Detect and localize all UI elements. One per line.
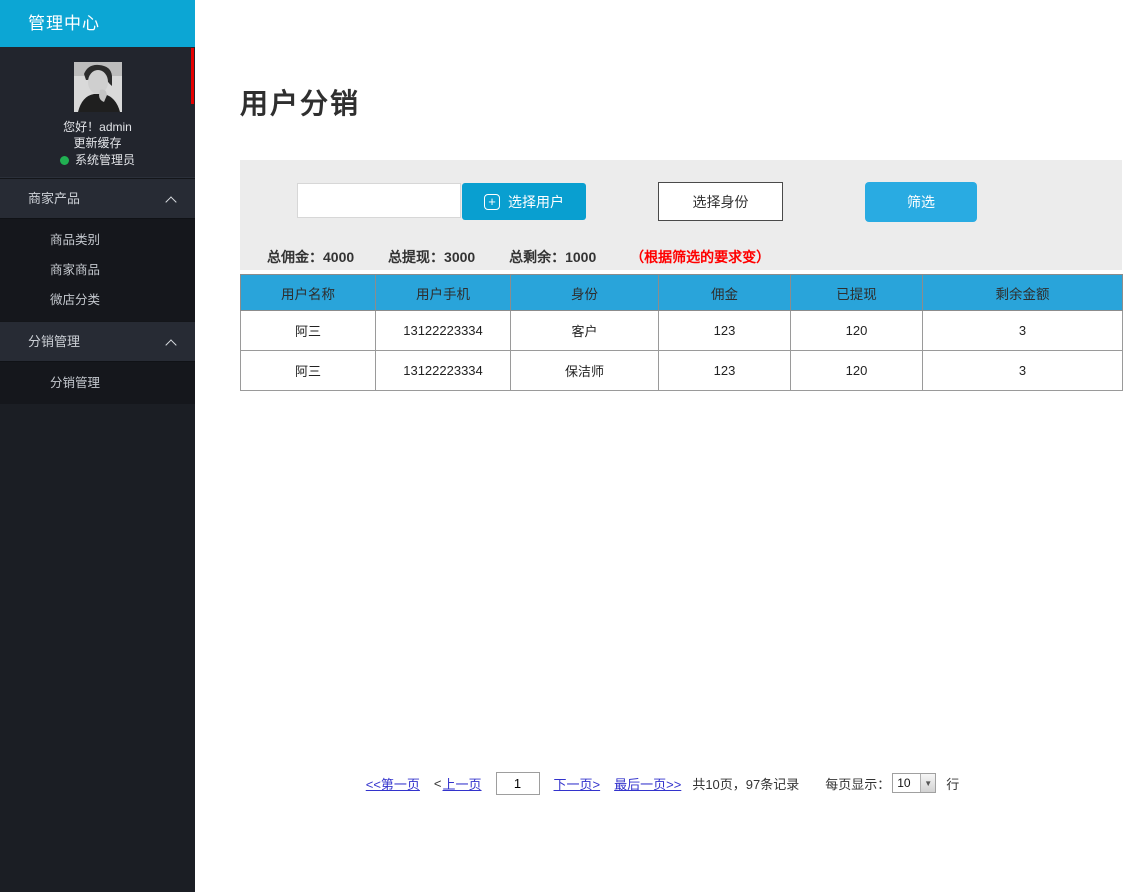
total-remaining: 总剩余：1000 [509, 249, 596, 265]
per-page-value: 10 [893, 774, 920, 792]
select-user-label: 选择用户 [508, 192, 564, 212]
sidebar-title: 管理中心 [0, 0, 195, 47]
user-search-input[interactable] [297, 183, 461, 218]
prev-page-prefix: < [434, 776, 442, 791]
sidebar-item-distribution-sub[interactable]: 分销管理 [0, 368, 195, 398]
update-cache-link[interactable]: 更新缓存 [0, 135, 195, 151]
col-phone: 用户手机 [376, 275, 511, 311]
prev-page-link[interactable]: 上一页 [443, 774, 482, 793]
sidebar-item-distribution-mgmt[interactable]: 分销管理 [0, 321, 195, 361]
plus-icon: + [484, 194, 500, 210]
table-header-row: 用户名称 用户手机 身份 佣金 已提现 剩余金额 [241, 275, 1123, 311]
pagination: <<第一页 < 上一页 下一页> 最后一页>> 共10页，97条记录 每页显示：… [195, 768, 1123, 798]
next-page-link[interactable]: 下一页> [554, 774, 601, 793]
cell-remaining: 3 [923, 351, 1123, 391]
sidebar-item-microstore-category[interactable]: 微店分类 [0, 285, 195, 315]
col-username: 用户名称 [241, 275, 376, 311]
cell-phone: 13122223334 [376, 311, 511, 351]
chevron-down-icon: ▼ [920, 774, 935, 792]
col-identity: 身份 [511, 275, 659, 311]
submenu-merchant-products: 商品类别 商家商品 微店分类 [0, 218, 195, 321]
cell-phone: 13122223334 [376, 351, 511, 391]
select-user-button[interactable]: + 选择用户 [462, 183, 586, 220]
submenu-distribution: 分销管理 [0, 361, 195, 404]
last-page-link[interactable]: 最后一页>> [614, 774, 681, 793]
per-page-group: 每页显示： 10 ▼ 行 [825, 773, 959, 793]
menu-label: 分销管理 [28, 334, 80, 349]
user-greeting: 您好！admin [0, 119, 195, 135]
table-row: 阿三 13122223334 客户 123 120 3 [241, 311, 1123, 351]
user-role-row: 系统管理员 [0, 152, 195, 168]
cell-identity: 保洁师 [511, 351, 659, 391]
col-withdrawn: 已提现 [791, 275, 923, 311]
sidebar-item-merchant-goods[interactable]: 商家商品 [0, 255, 195, 285]
rows-label: 行 [946, 774, 959, 793]
page-number-input[interactable] [496, 772, 540, 795]
per-page-label: 每页显示： [825, 774, 890, 793]
filter-button[interactable]: 筛选 [865, 182, 977, 222]
menu-label: 商家产品 [28, 191, 80, 206]
chevron-up-icon [165, 196, 176, 207]
pagination-summary: 共10页，97条记录 [692, 774, 799, 793]
chevron-up-icon [165, 339, 176, 350]
stats-row: 总佣金：4000 总提现：3000 总剩余：1000 （根据筛选的要求变） [267, 247, 800, 267]
page-title: 用户分销 [240, 82, 360, 122]
sidebar-item-merchant-products[interactable]: 商家产品 [0, 178, 195, 218]
cell-commission: 123 [659, 351, 791, 391]
select-identity-button[interactable]: 选择身份 [658, 182, 783, 221]
col-remaining: 剩余金额 [923, 275, 1123, 311]
sidebar: 管理中心 您好！admin 更新缓存 系统管理员 商家产品 商品类别 [0, 0, 195, 892]
cell-commission: 123 [659, 311, 791, 351]
sidebar-scrollbar-thumb[interactable] [191, 48, 194, 104]
first-page-link[interactable]: <<第一页 [366, 774, 420, 793]
col-commission: 佣金 [659, 275, 791, 311]
user-avatar [74, 62, 122, 112]
table-row: 阿三 13122223334 保洁师 123 120 3 [241, 351, 1123, 391]
main-content: 用户分销 + 选择用户 选择身份 筛选 总佣金：4000 总提现：3000 总剩… [195, 0, 1123, 892]
total-withdrawn: 总提现：3000 [388, 249, 475, 265]
cell-identity: 客户 [511, 311, 659, 351]
total-commission: 总佣金：4000 [267, 249, 354, 265]
per-page-select[interactable]: 10 ▼ [892, 773, 936, 793]
filter-panel: + 选择用户 选择身份 筛选 总佣金：4000 总提现：3000 总剩余：100… [240, 160, 1122, 270]
cell-username: 阿三 [241, 351, 376, 391]
admin-page: 管理中心 您好！admin 更新缓存 系统管理员 商家产品 商品类别 [0, 0, 1123, 892]
distribution-table: 用户名称 用户手机 身份 佣金 已提现 剩余金额 阿三 13122223334 … [240, 274, 1123, 391]
stats-note: （根据筛选的要求变） [630, 249, 770, 265]
cell-username: 阿三 [241, 311, 376, 351]
user-panel: 您好！admin 更新缓存 系统管理员 [0, 47, 195, 178]
cell-withdrawn: 120 [791, 311, 923, 351]
online-status-icon [60, 156, 69, 165]
user-role: 系统管理员 [75, 152, 135, 168]
cell-remaining: 3 [923, 311, 1123, 351]
cell-withdrawn: 120 [791, 351, 923, 391]
sidebar-item-product-category[interactable]: 商品类别 [0, 225, 195, 255]
